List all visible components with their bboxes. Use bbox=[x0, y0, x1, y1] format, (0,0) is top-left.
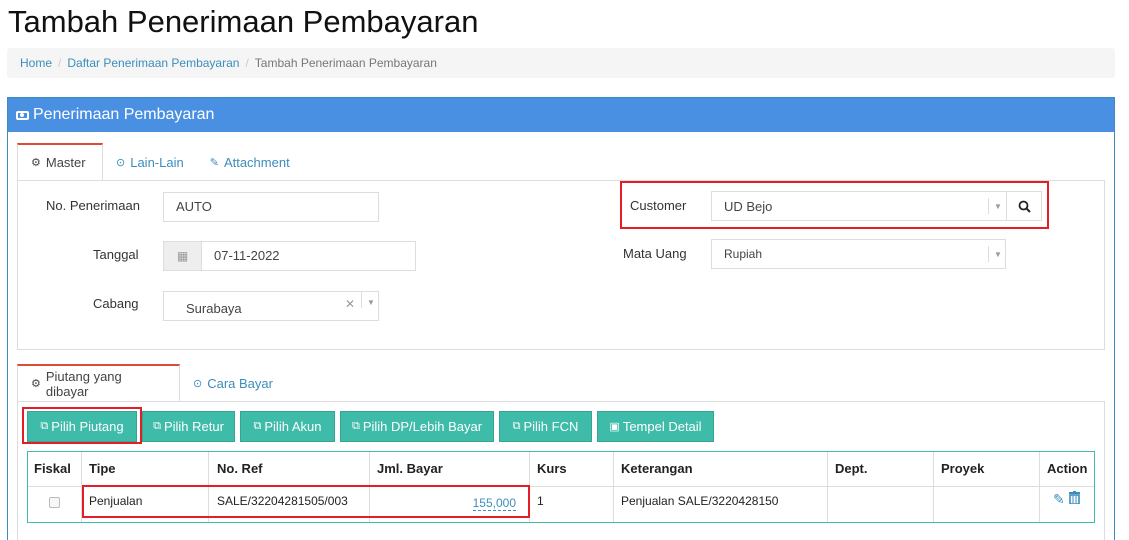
breadcrumb-separator: / bbox=[58, 56, 62, 70]
clear-icon[interactable]: ✕ bbox=[345, 297, 355, 311]
pilih-fcn-button[interactable]: ⧉ Pilih FCN bbox=[499, 411, 592, 442]
mata-uang-select[interactable]: Rupiah bbox=[711, 239, 1006, 269]
col-divider bbox=[369, 452, 370, 522]
chevron-down-icon[interactable]: ▼ bbox=[994, 250, 1002, 259]
pilih-piutang-button[interactable]: ⧉ Pilih Piutang bbox=[27, 411, 137, 442]
cell-no-ref[interactable]: SALE/32204281505/003 bbox=[217, 494, 348, 508]
panel-header: Penerimaan Pembayaran bbox=[8, 98, 1114, 132]
pilih-akun-button[interactable]: ⧉ Pilih Akun bbox=[240, 411, 335, 442]
header-no-ref[interactable]: No. Ref bbox=[217, 461, 263, 476]
tab-attachment-label: Attachment bbox=[223, 154, 290, 170]
col-divider bbox=[208, 452, 209, 522]
page-title: Tambah Penerimaan Pembayaran bbox=[8, 4, 479, 39]
no-penerimaan-label: No. Penerimaan bbox=[46, 198, 140, 213]
col-divider bbox=[933, 452, 934, 522]
gears-icon: ⚙ bbox=[31, 378, 41, 390]
tab-master-label: Master bbox=[45, 155, 86, 170]
header-action: Action bbox=[1047, 461, 1088, 476]
header-fiskal[interactable]: Fiskal bbox=[34, 461, 71, 476]
tab-cara-bayar-label: Cara Bayar bbox=[207, 375, 273, 391]
detail-tabs: ⚙ Piutang yang dibayar ⊙ Cara Bayar bbox=[17, 364, 286, 402]
customer-search-button[interactable] bbox=[1006, 191, 1042, 221]
pilih-dp-button[interactable]: ⧉ Pilih DP/Lebih Bayar bbox=[340, 411, 494, 442]
header-jml-bayar[interactable]: Jml. Bayar bbox=[377, 461, 443, 476]
select-divider bbox=[988, 198, 989, 214]
mata-uang-value: Rupiah bbox=[724, 247, 763, 261]
header-tipe[interactable]: Tipe bbox=[89, 461, 116, 476]
customer-select[interactable]: UD Bejo bbox=[711, 191, 1007, 221]
pencil-icon[interactable]: ✎ bbox=[1053, 491, 1065, 508]
header-proyek[interactable]: Proyek bbox=[941, 461, 984, 476]
tab-cara-bayar[interactable]: ⊙ Cara Bayar bbox=[180, 364, 286, 402]
breadcrumb-separator: / bbox=[245, 56, 249, 70]
tab-lain-lain[interactable]: ⊙ Lain-Lain bbox=[103, 143, 197, 181]
select-divider bbox=[361, 292, 362, 308]
col-divider bbox=[827, 452, 828, 522]
breadcrumb: Home / Daftar Penerimaan Pembayaran / Tambah… bbox=[7, 48, 1115, 78]
search-icon bbox=[1018, 200, 1031, 213]
tempel-detail-button[interactable]: ▣ Tempel Detail bbox=[597, 411, 714, 442]
gears-icon: ⚙ bbox=[31, 157, 41, 169]
paperclip-icon: ✎ bbox=[209, 156, 219, 169]
copy-icon: ⧉ bbox=[253, 420, 262, 432]
pilih-retur-label: Pilih Retur bbox=[163, 419, 224, 434]
pilih-akun-label: Pilih Akun bbox=[264, 419, 322, 434]
cabang-label: Cabang bbox=[93, 296, 139, 311]
fiskal-checkbox[interactable] bbox=[49, 497, 60, 508]
pilih-fcn-label: Pilih FCN bbox=[523, 419, 579, 434]
panel-title: Penerimaan Pembayaran bbox=[33, 106, 215, 123]
tempel-detail-label: Tempel Detail bbox=[622, 419, 702, 434]
pilih-piutang-label: Pilih Piutang bbox=[51, 419, 124, 434]
col-divider bbox=[613, 452, 614, 522]
cabang-value: Surabaya bbox=[186, 301, 242, 316]
cell-keterangan[interactable]: Penjualan SALE/3220428150 bbox=[621, 494, 778, 508]
check-circle-icon: ⊙ bbox=[116, 156, 126, 169]
col-divider bbox=[529, 452, 530, 522]
header-keterangan[interactable]: Keterangan bbox=[621, 461, 693, 476]
breadcrumb-home[interactable]: Home bbox=[20, 56, 52, 70]
paste-icon: ▣ bbox=[609, 421, 620, 433]
copy-icon: ⧉ bbox=[351, 420, 360, 432]
cell-kurs[interactable]: 1 bbox=[537, 494, 544, 508]
pilih-retur-button[interactable]: ⧉ Pilih Retur bbox=[142, 411, 235, 442]
copy-icon: ⧉ bbox=[512, 420, 521, 432]
customer-label: Customer bbox=[630, 198, 687, 213]
select-divider bbox=[988, 246, 989, 262]
check-circle-icon: ⊙ bbox=[193, 377, 203, 390]
tanggal-label: Tanggal bbox=[93, 247, 139, 262]
main-tabs: ⚙ Master ⊙ Lain-Lain ✎ Attachment bbox=[17, 143, 303, 181]
header-divider bbox=[28, 486, 1094, 487]
tab-lain-lain-label: Lain-Lain bbox=[130, 154, 184, 170]
breadcrumb-list[interactable]: Daftar Penerimaan Pembayaran bbox=[67, 56, 239, 70]
breadcrumb-current: Tambah Penerimaan Pembayaran bbox=[254, 56, 437, 70]
table-row[interactable] bbox=[28, 487, 1094, 522]
no-penerimaan-input[interactable]: AUTO bbox=[163, 192, 379, 222]
chevron-down-icon[interactable]: ▼ bbox=[994, 202, 1002, 211]
tanggal-input[interactable]: 07-11-2022 bbox=[201, 241, 416, 271]
mata-uang-label: Mata Uang bbox=[623, 246, 687, 261]
copy-icon: ⧉ bbox=[153, 420, 161, 432]
trash-icon[interactable] bbox=[1069, 491, 1080, 507]
tab-attachment[interactable]: ✎ Attachment bbox=[197, 143, 303, 181]
header-kurs[interactable]: Kurs bbox=[537, 461, 567, 476]
calendar-icon[interactable]: ▦ bbox=[163, 241, 202, 271]
tab-master[interactable]: ⚙ Master bbox=[17, 143, 103, 181]
cell-jml-bayar[interactable]: 155,000 bbox=[472, 496, 516, 511]
col-divider bbox=[81, 452, 82, 522]
cell-tipe[interactable]: Penjualan bbox=[89, 494, 142, 508]
header-dept[interactable]: Dept. bbox=[835, 461, 868, 476]
money-icon bbox=[16, 110, 29, 120]
chevron-down-icon[interactable]: ▼ bbox=[367, 298, 375, 307]
tab-piutang-label: Piutang yang dibayar bbox=[45, 368, 122, 399]
customer-value: UD Bejo bbox=[724, 199, 773, 214]
pilih-dp-label: Pilih DP/Lebih Bayar bbox=[362, 419, 483, 434]
detail-table: Fiskal Tipe No. Ref Jml. Bayar Kurs Kete… bbox=[27, 451, 1095, 523]
tab-piutang[interactable]: ⚙ Piutang yang dibayar bbox=[17, 364, 180, 402]
col-divider bbox=[1039, 452, 1040, 522]
copy-icon: ⧉ bbox=[40, 420, 49, 432]
